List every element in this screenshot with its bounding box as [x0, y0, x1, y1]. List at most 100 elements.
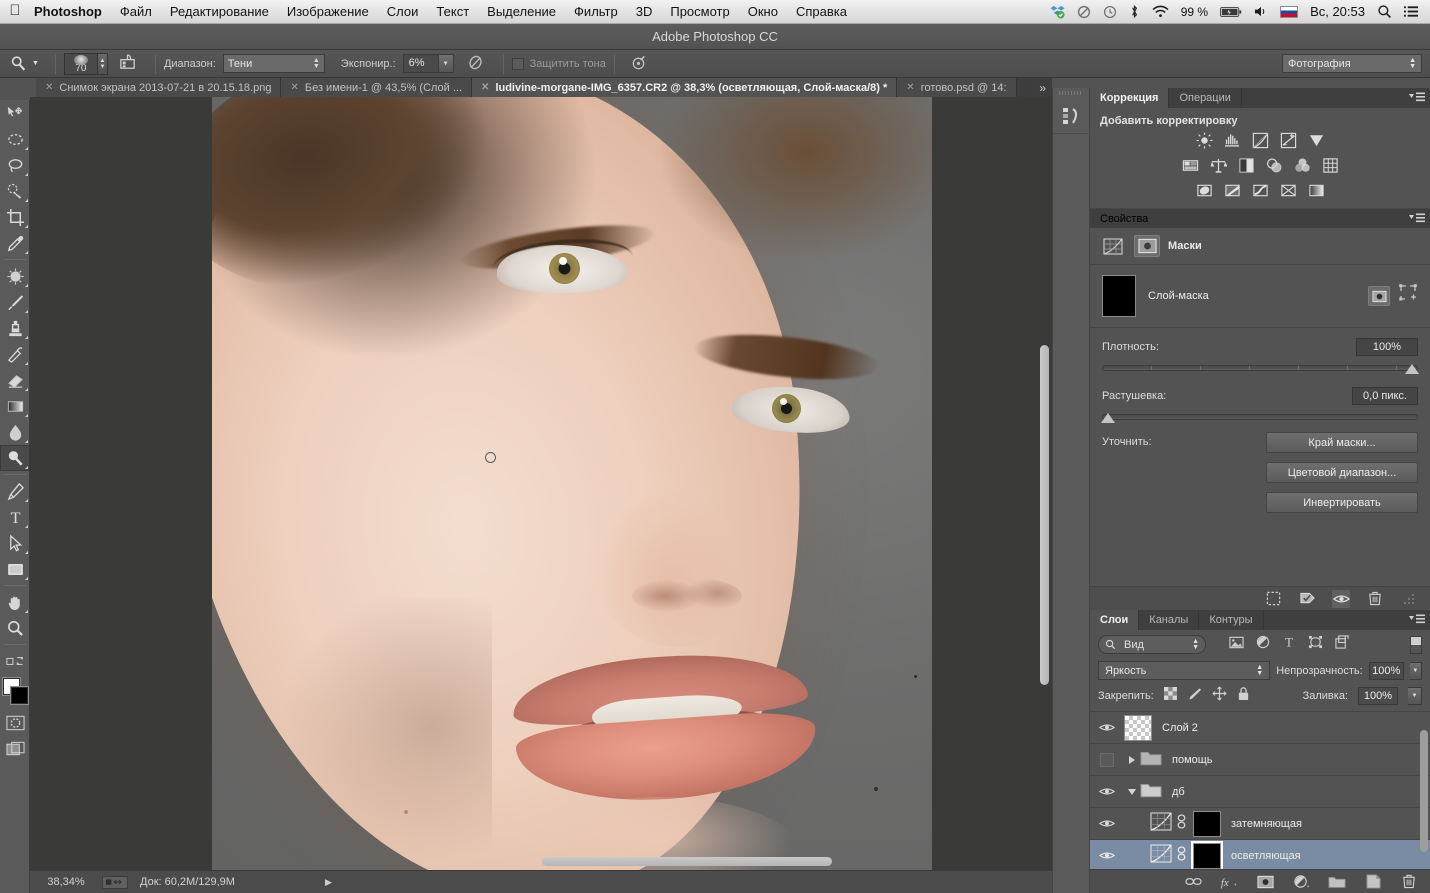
group-expand-toggle[interactable]	[1124, 756, 1140, 764]
blend-mode-select[interactable]: Яркость ▲▼	[1098, 661, 1270, 680]
layer-mask-thumbnail[interactable]	[1193, 843, 1221, 869]
pen-tool[interactable]	[0, 478, 30, 504]
rectangle-tool[interactable]	[0, 556, 30, 582]
menu-help[interactable]: Справка	[787, 0, 856, 24]
black-white-icon[interactable]	[1237, 156, 1256, 175]
table-row[interactable]: дб	[1090, 776, 1430, 808]
pixel-mask-icon[interactable]	[1368, 286, 1390, 306]
layer-visibility-toggle[interactable]	[1090, 722, 1124, 733]
toggle-mask-icon[interactable]	[1332, 590, 1350, 608]
add-mask-icon[interactable]	[1256, 873, 1274, 891]
mask-edge-button[interactable]: Край маски...	[1266, 432, 1418, 453]
close-icon[interactable]: ✕	[290, 82, 298, 93]
doc-tab-2[interactable]: ✕ ludivine-morgane-IMG_6357.CR2 @ 38,3% …	[472, 78, 897, 97]
menu-view[interactable]: Просмотр	[661, 0, 738, 24]
load-selection-icon[interactable]	[1264, 590, 1282, 608]
layer-style-fx-icon[interactable]: fx	[1220, 873, 1238, 891]
brush-tool[interactable]	[0, 289, 30, 315]
apply-mask-icon[interactable]	[1298, 590, 1316, 608]
expand-arrow-icon[interactable]: ▶	[325, 877, 332, 888]
filter-adjustment-icon[interactable]	[1256, 635, 1270, 654]
type-tool[interactable]: T	[0, 504, 30, 530]
table-row[interactable]: затемняющая	[1090, 808, 1430, 840]
clone-stamp-tool[interactable]	[0, 315, 30, 341]
menu-select[interactable]: Выделение	[478, 0, 565, 24]
layer-mask-thumbnail[interactable]	[1193, 811, 1221, 837]
new-adjustment-icon[interactable]	[1292, 873, 1310, 891]
panel-menu-icon[interactable]	[1408, 212, 1426, 225]
menu-app-photoshop[interactable]: Photoshop	[30, 0, 111, 24]
menu-file[interactable]: Файл	[111, 0, 161, 24]
tool-preset-chevron[interactable]: ▼	[32, 60, 39, 67]
canvas-hscrollbar[interactable]	[542, 857, 832, 866]
tab-properties[interactable]: Свойства	[1090, 209, 1158, 228]
document-image[interactable]	[212, 97, 932, 870]
chevron-down-icon[interactable]: ▼	[438, 55, 453, 72]
crop-tool[interactable]	[0, 204, 30, 230]
quick-selection-tool[interactable]	[0, 178, 30, 204]
background-color-swatch[interactable]	[11, 687, 28, 704]
feather-slider-thumb[interactable]	[1101, 413, 1115, 423]
layer-filter-select[interactable]: Вид ▲▼	[1098, 635, 1206, 654]
table-row[interactable]: помощь	[1090, 744, 1430, 776]
path-selection-tool[interactable]	[0, 530, 30, 556]
range-select[interactable]: Тени ▲▼	[223, 54, 325, 73]
exposure-icon[interactable]	[1279, 131, 1298, 150]
delete-layer-icon[interactable]	[1400, 873, 1418, 891]
brush-panel-icon[interactable]	[108, 53, 147, 75]
tab-paths[interactable]: Контуры	[1199, 610, 1263, 630]
tab-actions[interactable]: Операции	[1169, 88, 1241, 108]
menu-text[interactable]: Текст	[427, 0, 478, 24]
lock-position-icon[interactable]	[1212, 686, 1227, 706]
curves-adjustment-icon[interactable]	[1150, 844, 1172, 868]
dropbox-icon[interactable]	[1044, 0, 1071, 24]
layer-visibility-toggle[interactable]	[1090, 818, 1124, 829]
density-value[interactable]: 100%	[1356, 338, 1418, 356]
invert-icon[interactable]	[1195, 181, 1214, 200]
panel-resize-grip[interactable]	[1400, 590, 1418, 608]
apple-icon[interactable]: 	[0, 3, 30, 20]
layer-visibility-toggle[interactable]	[1090, 753, 1124, 767]
panel-menu-icon[interactable]	[1408, 613, 1426, 626]
doc-tab-1[interactable]: ✕ Без имени-1 @ 43,5% (Слой ...	[281, 78, 472, 97]
target-adjust-icon[interactable]	[623, 53, 654, 75]
hue-saturation-icon[interactable]	[1181, 156, 1200, 175]
wifi-icon[interactable]	[1146, 0, 1175, 24]
tab-corrections[interactable]: Коррекция	[1090, 88, 1169, 108]
menubar-clock[interactable]: Вс, 20:53	[1304, 0, 1371, 24]
hand-tool[interactable]	[0, 589, 30, 615]
blur-tool[interactable]	[0, 419, 30, 445]
color-swatches[interactable]	[0, 676, 30, 710]
opacity-dropdown-icon[interactable]: ▼	[1410, 662, 1422, 680]
adjustment-icon[interactable]	[1100, 235, 1126, 257]
notification-center-icon[interactable]	[1398, 0, 1424, 24]
density-slider-thumb[interactable]	[1405, 364, 1419, 374]
nodisturb-icon[interactable]	[1071, 0, 1097, 24]
brush-size-stepper[interactable]: ▲▼	[98, 53, 108, 75]
color-range-button[interactable]: Цветовой диапазон...	[1266, 462, 1418, 483]
photo-filter-icon[interactable]	[1265, 156, 1284, 175]
menu-layers[interactable]: Слои	[378, 0, 428, 24]
table-row[interactable]: Слой 2	[1090, 712, 1430, 744]
close-icon[interactable]: ✕	[906, 82, 914, 93]
zoom-level[interactable]: 38,34%	[30, 876, 102, 888]
table-row[interactable]: осветляющая	[1090, 840, 1430, 872]
new-layer-icon[interactable]	[1364, 873, 1382, 891]
group-collapse-toggle[interactable]	[1124, 789, 1140, 795]
screen-mode-icon[interactable]	[0, 736, 30, 762]
spot-healing-brush-tool[interactable]	[0, 263, 30, 289]
link-mask-icon[interactable]	[1172, 814, 1191, 834]
menu-window[interactable]: Окно	[739, 0, 787, 24]
active-tool-indicator[interactable]: ▼	[4, 55, 47, 73]
timemachine-icon[interactable]	[1097, 0, 1123, 24]
lock-all-icon[interactable]	[1237, 686, 1250, 706]
menu-image[interactable]: Изображение	[278, 0, 378, 24]
brightness-contrast-icon[interactable]	[1195, 131, 1214, 150]
lock-transparency-icon[interactable]	[1164, 687, 1177, 705]
opacity-value[interactable]: 100%	[1369, 662, 1404, 680]
feather-slider-track[interactable]	[1102, 414, 1418, 420]
tab-channels[interactable]: Каналы	[1139, 610, 1199, 630]
filter-pixel-icon[interactable]	[1229, 636, 1244, 654]
vibrance-icon[interactable]	[1307, 131, 1326, 150]
close-icon[interactable]: ✕	[481, 82, 489, 93]
